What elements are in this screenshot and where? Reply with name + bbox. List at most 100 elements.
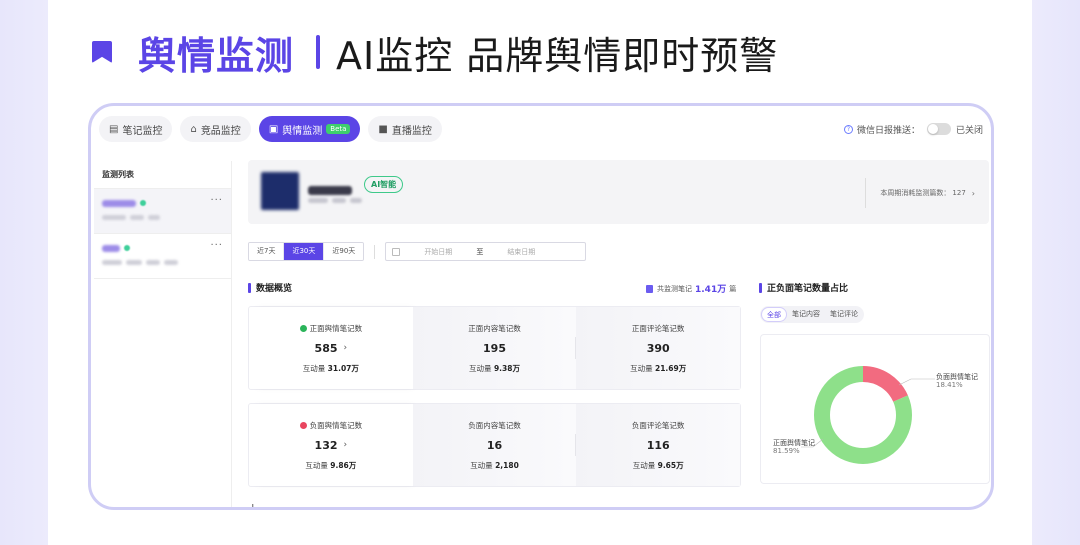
next-section-title-cut: ▎ [252, 504, 258, 510]
stat-value: 16 [486, 438, 503, 452]
end-date-placeholder[interactable]: 结束日期 [507, 247, 535, 257]
stat-label: 正面内容笔记数 [468, 323, 521, 333]
negative-frown-icon [299, 421, 307, 429]
engagement-label: 互动量 [302, 363, 326, 373]
status-dot [140, 200, 146, 206]
calendar-icon [392, 247, 401, 256]
blurred-item-name [102, 244, 120, 252]
top-tab-bar: ▤ 笔记监控 ⌂ 竞品监控 ▣ 舆情监测 Beta ■ 直播监控 ? 微信日报推… [99, 114, 983, 144]
video-icon: ■ [378, 123, 388, 135]
negative-content-stat: 负面内容笔记数 16 互动量 2,180 [412, 404, 577, 486]
wechat-push-label: 微信日报推送： [856, 125, 920, 136]
sidebar-title: 监测列表 [94, 161, 231, 189]
list-item[interactable]: ··· [94, 189, 231, 234]
stat-value: 195 [483, 341, 506, 355]
wechat-push-setting: ? 微信日报推送： 已关闭 [843, 123, 983, 136]
tab-competitor-monitor[interactable]: ⌂ 竞品监控 [180, 116, 251, 142]
app-window: ▤ 笔记监控 ⌂ 竞品监控 ▣ 舆情监测 Beta ■ 直播监控 ? 微信日报推… [88, 103, 994, 510]
hero-heading: 舆情监测 AI监控 品牌舆情即时预警 [92, 26, 778, 78]
tab-label: 竞品监控 [200, 125, 241, 137]
wechat-push-toggle[interactable] [926, 123, 951, 135]
tab-label: 舆情监测 [282, 125, 323, 137]
overview-title: 数据概览 [248, 281, 292, 294]
wechat-push-state: 已关闭 [955, 125, 983, 136]
range-7d-button[interactable]: 近7天 [249, 243, 285, 260]
range-segmented-control: 近7天 近30天 近90天 [248, 242, 365, 261]
chevron-right-icon: › [343, 343, 348, 353]
negative-comment-stat: 负面评论笔记数 116 互动量 9.65万 [576, 404, 741, 486]
date-range-to: 至 [476, 247, 484, 256]
list-item[interactable]: ··· [94, 234, 231, 279]
total-unit: 篇 [729, 284, 737, 293]
hero-subtitle: AI监控 品牌舆情即时预警 [336, 33, 779, 78]
leader-line-0 [898, 378, 935, 386]
bookmark-icon [92, 41, 112, 63]
hero-divider [316, 35, 321, 69]
blurred-meta [164, 260, 178, 265]
ratio-tab-all[interactable]: 全部 [761, 307, 787, 322]
monitor-list-sidebar: 监测列表 ··· ··· [94, 161, 232, 507]
shop-icon: ⌂ [190, 123, 197, 135]
blurred-meta [102, 260, 122, 265]
engagement-label: 互动量 [305, 460, 328, 470]
date-filters: 近7天 近30天 近90天 开始日期 至 结束日期 [248, 242, 587, 261]
more-icon[interactable]: ··· [210, 240, 223, 251]
blurred-meta [126, 260, 142, 265]
ratio-tabs: 全部 笔记内容 笔记评论 [760, 306, 864, 323]
date-range-picker[interactable]: 开始日期 至 结束日期 [385, 242, 587, 261]
positive-sentiment-stat[interactable]: 正面舆情笔记数 585 › 互动量 31.07万 [249, 307, 413, 389]
donut-chart: 负面舆情笔记 18.41% 正面舆情笔记 81.59% [760, 334, 990, 484]
quota-value: 127 [952, 189, 966, 197]
stat-value: 585 [314, 341, 338, 355]
engagement-value: 21.69万 [655, 363, 687, 373]
ratio-tab-content[interactable]: 笔记内容 [787, 307, 825, 322]
positive-comment-stat: 正面评论笔记数 390 互动量 21.69万 [576, 307, 741, 389]
blurred-item-name [102, 199, 136, 207]
ratio-title: 正负面笔记数量占比 [759, 281, 848, 294]
tab-note-monitor[interactable]: ▤ 笔记监控 [99, 116, 173, 142]
quota-label: 本周期消耗监测篇数： [880, 189, 951, 197]
positive-stats-panel: 正面舆情笔记数 585 › 互动量 31.07万 正面内容笔记数 195 互动量 … [248, 306, 741, 390]
ratio-tab-comment[interactable]: 笔记评论 [825, 307, 863, 322]
negative-sentiment-stat[interactable]: 负面舆情笔记数 132 › 互动量 9.86万 [249, 404, 413, 486]
engagement-value: 9.38万 [493, 363, 520, 373]
negative-slice-label: 负面舆情笔记 18.41% [936, 373, 978, 389]
chevron-right-icon: › [343, 440, 348, 450]
total-value: 1.41万 [695, 285, 727, 295]
brand-info-card: AI智能 本周期消耗监测篇数： 127 › [248, 160, 989, 224]
blurred-meta [146, 260, 160, 265]
engagement-value: 31.07万 [327, 363, 359, 373]
engagement-label: 互动量 [630, 363, 653, 373]
positive-content-stat: 正面内容笔记数 195 互动量 9.38万 [412, 307, 577, 389]
donut-svg [801, 366, 935, 464]
blurred-meta [130, 215, 144, 220]
range-30d-button[interactable]: 近30天 [284, 243, 325, 260]
stat-label: 负面评论笔记数 [631, 420, 685, 430]
stat-label: 负面内容笔记数 [468, 420, 521, 430]
hero-title: 舆情监测 [138, 33, 295, 78]
document-icon [646, 284, 653, 293]
status-dot [124, 245, 130, 251]
tab-sentiment-monitor[interactable]: ▣ 舆情监测 Beta [258, 116, 361, 142]
stat-label: 负面舆情笔记数 [309, 420, 363, 430]
stat-value: 132 [314, 438, 338, 452]
quota-link[interactable]: 本周期消耗监测篇数： 127 › [865, 178, 975, 208]
divider [374, 244, 376, 259]
range-90d-button[interactable]: 近90天 [324, 243, 364, 260]
tab-label: 直播监控 [391, 125, 432, 137]
negative-stats-panel: 负面舆情笔记数 132 › 互动量 9.86万 负面内容笔记数 16 互动量 2,… [248, 403, 741, 487]
total-label: 共监测笔记 [657, 284, 692, 293]
positive-slice-label: 正面舆情笔记 81.59% [773, 439, 815, 455]
engagement-label: 互动量 [470, 460, 493, 470]
engagement-value: 9.86万 [330, 460, 357, 470]
tab-label: 笔记监控 [122, 125, 163, 137]
start-date-placeholder[interactable]: 开始日期 [424, 247, 452, 257]
stat-value: 390 [646, 341, 670, 355]
tab-live-monitor[interactable]: ■ 直播监控 [368, 116, 442, 142]
brand-name [308, 180, 352, 199]
total-notes: 共监测笔记 1.41万 篇 [646, 282, 736, 295]
blurred-meta [148, 215, 160, 220]
more-icon[interactable]: ··· [210, 195, 223, 206]
help-icon[interactable]: ? [843, 124, 853, 134]
stat-label: 正面舆情笔记数 [309, 323, 363, 333]
